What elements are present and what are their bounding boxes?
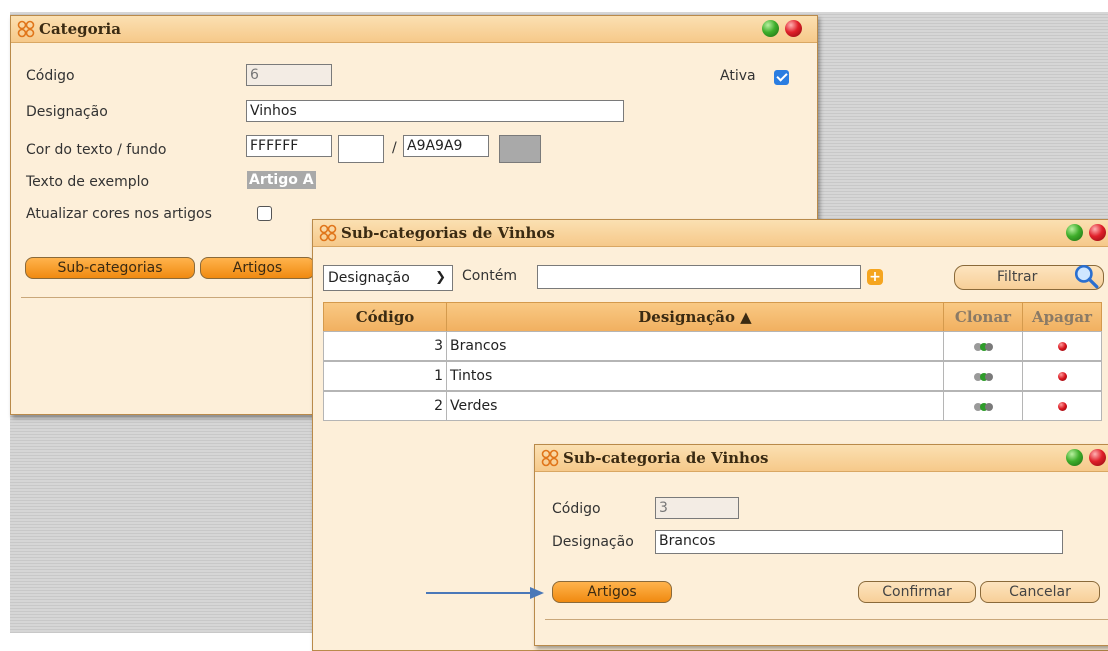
codigo-label: Código — [552, 501, 601, 517]
delete-cell[interactable] — [1022, 361, 1102, 391]
subcategoria-divider — [545, 619, 1108, 620]
col-header-apagar: Apagar — [1022, 302, 1102, 332]
close-icon[interactable] — [1089, 449, 1106, 466]
cor-label: Cor do texto / fundo — [26, 142, 167, 158]
sub-categorias-button[interactable]: Sub-categorias — [25, 257, 195, 279]
table-row-codigo[interactable]: 2 — [323, 391, 447, 421]
ativa-checkbox[interactable] — [774, 70, 789, 85]
chevron-down-icon: ❯ — [435, 270, 446, 285]
clone-cell[interactable] — [943, 361, 1023, 391]
delete-icon — [1058, 372, 1067, 381]
delete-cell[interactable] — [1022, 391, 1102, 421]
designacao-label: Designação — [26, 104, 108, 120]
window-title: Sub-categorias de Vinhos — [341, 224, 555, 242]
exemplo-preview: Artigo A — [247, 171, 316, 189]
codigo-field[interactable]: 3 — [655, 497, 739, 519]
table-row-designacao[interactable]: Brancos — [446, 331, 944, 361]
cor-separator: / — [392, 140, 397, 156]
table-row-codigo[interactable]: 3 — [323, 331, 447, 361]
subcategorias-titlebar[interactable]: Sub-categorias de Vinhos — [313, 220, 1108, 247]
maximize-icon[interactable] — [1066, 449, 1083, 466]
col-header-codigo[interactable]: Código — [323, 302, 447, 332]
exemplo-label: Texto de exemplo — [26, 174, 150, 190]
table-row-codigo[interactable]: 1 — [323, 361, 447, 391]
app-logo-icon — [319, 224, 337, 242]
filter-input[interactable] — [537, 265, 861, 289]
designacao-field[interactable]: Brancos — [655, 530, 1063, 554]
maximize-icon[interactable] — [762, 20, 779, 37]
filtrar-button[interactable]: Filtrar — [954, 264, 1104, 290]
delete-icon — [1058, 402, 1067, 411]
table-row-designacao[interactable]: Tintos — [446, 361, 944, 391]
clone-icon — [974, 402, 994, 412]
atualizar-checkbox[interactable] — [257, 206, 272, 221]
left-margin — [0, 0, 10, 633]
filter-op-label: Contém — [462, 268, 517, 284]
clone-icon — [974, 342, 994, 352]
designacao-field[interactable]: Vinhos — [246, 100, 624, 122]
subcategoria-window: Sub-categoria de Vinhos Código 3 Designa… — [534, 444, 1108, 646]
artigos-button[interactable]: Artigos — [200, 257, 315, 279]
delete-icon — [1058, 342, 1067, 351]
designacao-label: Designação — [552, 534, 634, 550]
window-title: Categoria — [39, 20, 121, 38]
delete-cell[interactable] — [1022, 331, 1102, 361]
filter-field-value: Designação — [328, 270, 410, 286]
filter-field-select[interactable]: Designação ❯ — [323, 265, 453, 291]
cor-texto-field[interactable]: FFFFFF — [246, 135, 332, 157]
codigo-field[interactable]: 6 — [246, 64, 332, 86]
col-header-clonar: Clonar — [943, 302, 1023, 332]
categoria-titlebar[interactable]: Categoria — [11, 16, 817, 43]
clone-cell[interactable] — [943, 331, 1023, 361]
cancelar-button[interactable]: Cancelar — [980, 581, 1100, 603]
close-icon[interactable] — [785, 20, 802, 37]
search-icon — [1074, 264, 1099, 289]
cor-texto-swatch[interactable] — [338, 135, 384, 163]
clone-cell[interactable] — [943, 391, 1023, 421]
filtrar-label: Filtrar — [997, 269, 1038, 285]
app-logo-icon — [17, 20, 35, 38]
codigo-label: Código — [26, 68, 75, 84]
top-margin — [0, 0, 1108, 12]
clone-icon — [974, 372, 994, 382]
atualizar-label: Atualizar cores nos artigos — [26, 206, 212, 222]
confirmar-button[interactable]: Confirmar — [858, 581, 976, 603]
app-logo-icon — [541, 449, 559, 467]
col-header-designacao[interactable]: Designação ▲ — [446, 302, 944, 332]
maximize-icon[interactable] — [1066, 224, 1083, 241]
cor-fundo-swatch[interactable] — [499, 135, 541, 163]
window-title: Sub-categoria de Vinhos — [563, 449, 769, 467]
close-icon[interactable] — [1089, 224, 1106, 241]
ativa-label: Ativa — [720, 68, 756, 84]
pointer-arrow-icon — [426, 587, 544, 599]
artigos-button[interactable]: Artigos — [552, 581, 672, 603]
cor-fundo-field[interactable]: A9A9A9 — [403, 135, 489, 157]
subcategoria-titlebar[interactable]: Sub-categoria de Vinhos — [535, 445, 1108, 472]
add-icon[interactable]: + — [867, 269, 883, 285]
table-row-designacao[interactable]: Verdes — [446, 391, 944, 421]
